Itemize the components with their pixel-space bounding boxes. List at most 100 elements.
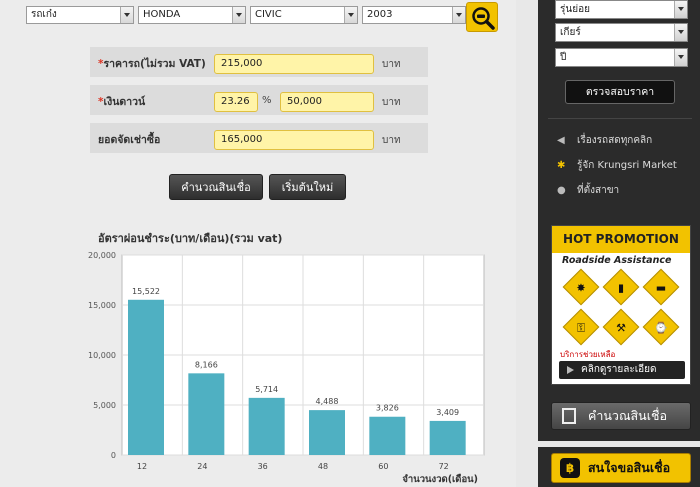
y-tick-label: 5,000: [93, 401, 116, 410]
key-icon: ⚿: [562, 308, 600, 346]
search-car-icon: [472, 7, 495, 30]
x-tick-label: 48: [318, 462, 328, 471]
data-label: 5,714: [255, 385, 278, 394]
x-tick-label: 72: [439, 462, 449, 471]
calculator-icon: [562, 408, 576, 424]
y-tick-label: 10,000: [88, 351, 116, 360]
chevron-down-icon: [674, 1, 687, 18]
model-value: CIVIC: [255, 9, 282, 20]
year-select[interactable]: 2003: [362, 6, 466, 24]
year-value: 2003: [367, 9, 393, 20]
promo-subtitle: Roadside Assistance: [562, 255, 672, 266]
chevron-down-icon: [674, 24, 687, 41]
percent-sign: %: [262, 95, 272, 106]
x-tick-label: 36: [258, 462, 268, 471]
tow-24h-glyph: ⌚: [654, 321, 668, 335]
model-select[interactable]: CIVIC: [250, 6, 358, 24]
x-axis-label: จำนวนงวด(เดือน): [402, 473, 478, 485]
tow-24h-icon: ⌚: [642, 308, 680, 346]
bar: [429, 420, 466, 455]
car-type-select[interactable]: รถเก๋ง: [26, 6, 134, 24]
chevron-down-icon: [674, 49, 687, 66]
data-label: 8,166: [195, 360, 218, 369]
krungsri-logo-icon: ✱: [557, 160, 566, 171]
gear-value: เกียร์: [560, 27, 581, 38]
down-unit: บาท: [382, 97, 401, 108]
fuel-icon: ▮: [602, 268, 640, 306]
x-tick-label: 24: [197, 462, 207, 471]
sidebar-link-car-news[interactable]: ◀ เรื่องรถสดทุกคลิก: [557, 133, 652, 148]
baht-icon: ฿: [560, 458, 580, 478]
bar: [188, 373, 225, 455]
price-label-text: ราคารถ(ไม่รวม VAT): [103, 58, 206, 70]
bar: [128, 299, 164, 455]
brand-select[interactable]: HONDA: [138, 6, 246, 24]
submodel-select[interactable]: รุ่นย่อย: [555, 0, 688, 19]
down-payment-row: *เงินดาวน์: [90, 85, 428, 115]
price-label: *ราคารถ(ไม่รวม VAT): [98, 55, 206, 72]
data-label: 3,826: [376, 404, 399, 413]
sidebar-year-select[interactable]: ปี: [555, 48, 688, 67]
brand-value: HONDA: [143, 9, 181, 20]
chevron-down-icon: [120, 7, 133, 23]
bar: [369, 416, 406, 455]
chevron-down-icon: [344, 7, 357, 23]
sidebar-link-branches[interactable]: ● ที่ตั้งสาขา: [557, 183, 619, 198]
finance-input[interactable]: 165,000: [214, 130, 374, 150]
car-type-value: รถเก๋ง: [31, 9, 57, 20]
down-amount-input[interactable]: 50,000: [280, 92, 374, 112]
fuel-glyph: ▮: [617, 281, 625, 295]
wrench-icon: ⚒: [602, 308, 640, 346]
submodel-value: รุ่นย่อย: [560, 4, 590, 15]
bar: [248, 397, 285, 455]
megaphone-icon: ◀: [557, 135, 565, 146]
car-glyph: ▬: [655, 281, 667, 295]
hot-promotion-banner[interactable]: HOT PROMOTION Roadside Assistance ✸ ▮ ▬ …: [551, 225, 691, 385]
x-tick-label: 12: [137, 462, 147, 471]
price-input[interactable]: 215,000: [214, 54, 374, 74]
calculate-button[interactable]: คำนวณสินเชื่อ: [169, 174, 263, 200]
x-tick-label: 60: [378, 462, 388, 471]
promo-details-label: คลิกดูรายละเอียด: [581, 364, 657, 375]
sidebar-calc-label: คำนวณสินเชื่อ: [588, 408, 667, 423]
play-icon: [567, 366, 574, 374]
sidebar-link-krungsri-market[interactable]: ✱ รู้จัก Krungsri Market: [557, 158, 677, 173]
chevron-down-icon: [232, 7, 245, 23]
y-tick-label: 20,000: [88, 251, 116, 260]
price-unit: บาท: [382, 59, 401, 70]
down-label: *เงินดาวน์: [98, 93, 145, 110]
sidebar-calculate-button[interactable]: คำนวณสินเชื่อ: [551, 402, 691, 430]
y-tick-label: 15,000: [88, 301, 116, 310]
finance-label: ยอดจัดเช่าซื้อ: [98, 134, 161, 146]
promo-details-button[interactable]: คลิกดูรายละเอียด: [559, 361, 685, 379]
location-pin-icon: ●: [557, 185, 566, 196]
search-button[interactable]: [466, 2, 498, 32]
wrench-glyph: ⚒: [616, 321, 626, 335]
key-glyph: ⚿: [576, 321, 586, 335]
down-label-text: เงินดาวน์: [103, 96, 146, 108]
finance-unit: บาท: [382, 135, 401, 146]
apply-loan-button[interactable]: ฿ สนใจขอสินเชื่อ: [551, 453, 691, 483]
car-icon: ▬: [642, 268, 680, 306]
payment-chart: 0 5,000 10,000 15,000 20,000 15,522 12 8,166 24 5…: [88, 251, 485, 485]
data-label: 15,522: [132, 287, 160, 296]
bar: [309, 410, 345, 455]
krungsri-market-label: รู้จัก Krungsri Market: [577, 160, 677, 171]
down-percent-input[interactable]: 23.26: [214, 92, 258, 112]
promo-title: HOT PROMOTION: [552, 226, 690, 253]
chevron-down-icon: [452, 7, 465, 23]
apply-loan-label: สนใจขอสินเชื่อ: [588, 460, 671, 475]
check-price-button[interactable]: ตรวจสอบราคา: [565, 80, 675, 104]
car-crash-icon: ✸: [562, 268, 600, 306]
car-news-label: เรื่องรถสดทุกคลิก: [577, 135, 653, 146]
branches-label: ที่ตั้งสาขา: [577, 185, 620, 196]
data-label: 4,488: [316, 397, 339, 406]
reset-button[interactable]: เริ่มต้นใหม่: [269, 174, 346, 200]
y-tick-label: 0: [111, 451, 116, 460]
sidebar-year-value: ปี: [560, 52, 567, 63]
gear-select[interactable]: เกียร์: [555, 23, 688, 42]
divider: [548, 118, 692, 119]
data-label: 3,409: [436, 408, 459, 417]
car-crash-glyph: ✸: [576, 281, 586, 295]
panel-gap: [516, 0, 538, 487]
